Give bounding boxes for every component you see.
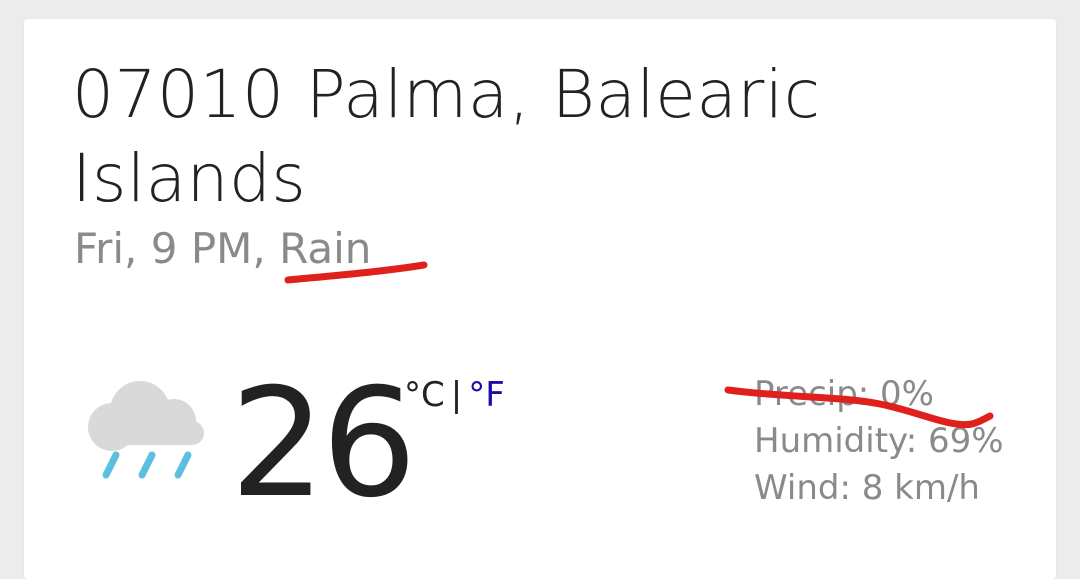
unit-separator: | [450,375,463,415]
conditions-subtitle: Fri, 9 PM, Rain [74,223,371,275]
unit-toggle: °C | °F [404,373,505,417]
rain-drops [102,451,192,479]
weather-details: Precip: 0% Humidity: 69% Wind: 8 km/h [754,371,1004,512]
wind-text: Wind: 8 km/h [754,468,980,508]
precip-text: Precip: 0% [754,374,934,414]
day-time-text: Fri, 9 PM, [74,224,280,273]
location-line-2: Islands [72,140,307,217]
celsius-unit[interactable]: °C [404,375,445,415]
location-line-1: 07010 Palma, Balearic [72,56,821,133]
weather-card: 07010 Palma, Balearic Islands Fri, 9 PM,… [24,19,1056,579]
humidity-text: Humidity: 69% [754,421,1004,461]
location-title: 07010 Palma, Balearic Islands [72,53,872,221]
fahrenheit-link[interactable]: °F [468,375,505,415]
cloud-shape [88,381,204,451]
current-temperature: 26 [230,357,417,531]
rain-cloud-icon [88,381,204,479]
condition-description: Rain [279,224,372,273]
